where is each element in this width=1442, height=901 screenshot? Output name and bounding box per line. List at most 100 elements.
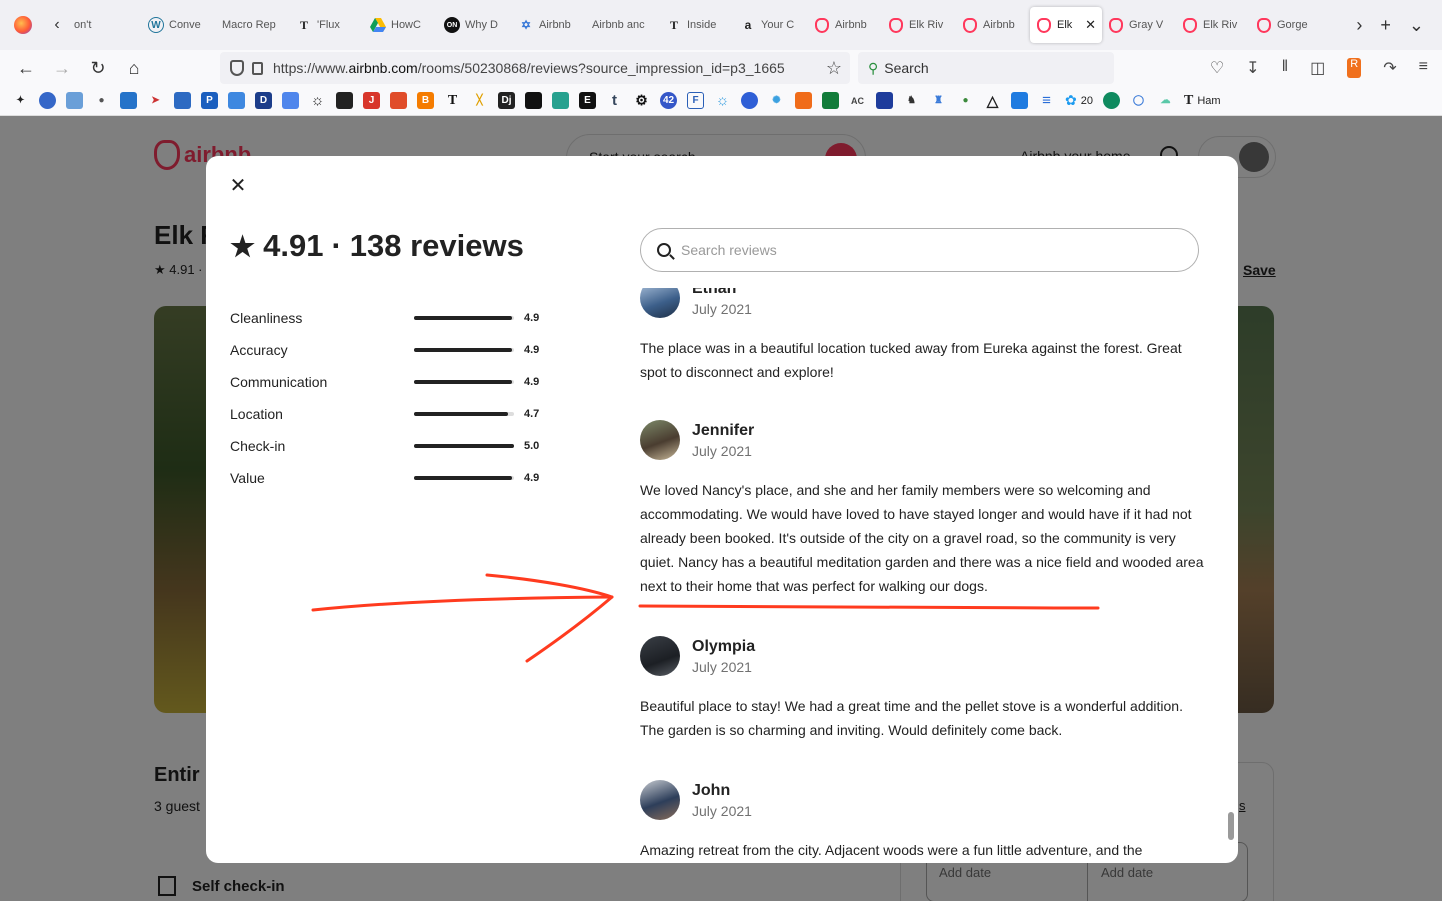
category-label: Location bbox=[230, 406, 283, 422]
ham-bookmark[interactable]: T Ham bbox=[1184, 93, 1221, 109]
url-text[interactable]: https://www.airbnb.com/rooms/50230868/re… bbox=[273, 60, 785, 76]
back-icon[interactable]: ← bbox=[8, 58, 44, 79]
browser-tab[interactable]: ON Why D bbox=[438, 7, 512, 43]
list-tabs-icon[interactable]: ⌄ bbox=[1409, 15, 1424, 36]
bookmark-icon[interactable] bbox=[525, 92, 542, 109]
nyt-icon: T bbox=[299, 17, 308, 32]
blogger-icon[interactable]: B bbox=[417, 92, 434, 109]
bookmark-icon[interactable] bbox=[795, 92, 812, 109]
browser-tab[interactable]: Gorge bbox=[1250, 7, 1324, 43]
search-reviews-input[interactable] bbox=[681, 242, 1161, 258]
browser-tab[interactable]: Airbnb anc bbox=[586, 7, 660, 43]
browser-tab[interactable]: Elk Riv bbox=[1176, 7, 1250, 43]
extension-icon[interactable]: R bbox=[1347, 58, 1362, 78]
shield-icon[interactable] bbox=[230, 60, 244, 76]
browser-tab[interactable]: Gray V bbox=[1102, 7, 1176, 43]
bookmark-icon[interactable] bbox=[822, 92, 839, 109]
bookmark-icon[interactable] bbox=[876, 92, 893, 109]
bookmark-icon[interactable]: 42 bbox=[660, 92, 677, 109]
bookmark-icon[interactable]: ☁ bbox=[1157, 92, 1174, 109]
airbnb-icon bbox=[888, 17, 904, 33]
bookmark-icon[interactable]: ≡ bbox=[1038, 92, 1055, 109]
bookmark-icon[interactable] bbox=[741, 92, 758, 109]
reviews-list[interactable]: Ethan July 2021 The place was in a beautif… bbox=[640, 288, 1210, 863]
bookmark-icon[interactable]: ♞ bbox=[903, 92, 920, 109]
globe-icon[interactable]: ☼ bbox=[309, 92, 326, 109]
bookmark-icon[interactable]: J bbox=[363, 92, 380, 109]
bookmark-icon[interactable]: △ bbox=[984, 92, 1001, 110]
bookmark-icon[interactable]: ● bbox=[957, 92, 974, 109]
bookmark-icon[interactable]: D bbox=[255, 92, 272, 109]
sidebar-icon[interactable]: ◫ bbox=[1310, 58, 1325, 78]
library-icon[interactable]: ‖ bbox=[1282, 58, 1289, 78]
browser-tab[interactable]: Airbnb bbox=[956, 7, 1030, 43]
browser-tab[interactable]: Elk Riv bbox=[882, 7, 956, 43]
browser-tab[interactable]: T Inside bbox=[660, 7, 734, 43]
bookmark-icon[interactable]: ✺ bbox=[768, 92, 785, 109]
tumblr-icon[interactable]: t bbox=[606, 92, 623, 109]
bookmark-icon[interactable]: P bbox=[201, 92, 218, 109]
twitter-bookmark[interactable]: ✿ 20 bbox=[1065, 92, 1093, 109]
bookmark-icon[interactable] bbox=[552, 92, 569, 109]
browser-tab[interactable]: Macro Rep bbox=[216, 7, 290, 43]
bookmark-icon[interactable]: ⚙ bbox=[633, 92, 650, 109]
browser-tab[interactable]: T 'Flux bbox=[290, 7, 364, 43]
browser-tab[interactable]: W Conve bbox=[142, 7, 216, 43]
bookmark-icon[interactable]: AC bbox=[849, 92, 866, 109]
tab-scroll-left-icon[interactable]: ‹ bbox=[46, 14, 68, 36]
translate-icon[interactable] bbox=[282, 92, 299, 109]
browser-tab-active[interactable]: Elk ✕ bbox=[1030, 7, 1102, 43]
bookmark-icon[interactable]: ╳ bbox=[471, 92, 488, 109]
bookmark-icon[interactable]: ✦ bbox=[12, 92, 29, 109]
search-reviews-box[interactable] bbox=[640, 228, 1199, 272]
tab-scroll-right-icon[interactable]: › bbox=[1356, 15, 1362, 36]
bookmark-icon[interactable] bbox=[390, 92, 407, 109]
avatar[interactable] bbox=[640, 420, 680, 460]
airbnb-icon bbox=[814, 17, 830, 33]
browser-tab[interactable]: a Your C bbox=[734, 7, 808, 43]
bookmark-label: Ham bbox=[1197, 94, 1221, 107]
bookmark-icon[interactable] bbox=[66, 92, 83, 109]
bookmark-icon[interactable]: ◯ bbox=[1130, 92, 1147, 109]
forward-icon[interactable]: → bbox=[44, 58, 80, 79]
browser-search-box[interactable]: ⚲ Search bbox=[858, 52, 1114, 84]
tab-close-icon[interactable]: ✕ bbox=[1085, 17, 1096, 33]
home-icon[interactable]: ⌂ bbox=[116, 58, 152, 79]
bookmark-icon[interactable]: Dj bbox=[498, 92, 515, 109]
avatar[interactable] bbox=[640, 780, 680, 820]
url-bar[interactable]: https://www.airbnb.com/rooms/50230868/re… bbox=[220, 52, 850, 84]
avatar[interactable] bbox=[640, 288, 680, 318]
bookmark-star-icon[interactable]: ☆ bbox=[826, 58, 842, 79]
pocket-icon[interactable]: ♡ bbox=[1210, 58, 1224, 78]
bookmark-icon[interactable] bbox=[120, 92, 137, 109]
bookmark-icon[interactable] bbox=[39, 92, 56, 109]
browser-tab[interactable]: HowC bbox=[364, 7, 438, 43]
bookmark-icon[interactable]: ♜ bbox=[930, 92, 947, 109]
scrollbar-thumb[interactable] bbox=[1228, 812, 1234, 840]
bookmark-icon[interactable] bbox=[228, 92, 245, 109]
avatar[interactable] bbox=[640, 636, 680, 676]
browser-tab[interactable]: on't bbox=[68, 7, 142, 43]
downloads-icon[interactable]: ↧ bbox=[1246, 58, 1259, 78]
close-icon[interactable]: ✕ bbox=[226, 174, 250, 198]
bookmark-icon[interactable]: ☼ bbox=[714, 92, 731, 109]
bookmark-icon[interactable] bbox=[174, 92, 191, 109]
category-rating-row: Accuracy 4.9 bbox=[230, 334, 550, 366]
nyt-icon[interactable]: T bbox=[444, 92, 461, 109]
bookmark-icon[interactable]: E bbox=[579, 92, 596, 109]
bookmark-icon[interactable] bbox=[1102, 92, 1120, 109]
lock-icon[interactable] bbox=[252, 61, 263, 75]
browser-tab[interactable]: Airbnb bbox=[808, 7, 882, 43]
bookmark-icon[interactable] bbox=[1011, 92, 1028, 109]
reload-icon[interactable]: ↻ bbox=[80, 58, 116, 79]
share-icon[interactable]: ↷ bbox=[1383, 58, 1396, 78]
new-tab-icon[interactable]: + bbox=[1380, 15, 1391, 36]
bookmark-icon[interactable]: F bbox=[687, 92, 704, 109]
menu-icon[interactable]: ≡ bbox=[1419, 58, 1428, 78]
apple-icon[interactable]: ● bbox=[93, 92, 110, 109]
browser-tab[interactable]: ✡ Airbnb bbox=[512, 7, 586, 43]
bookmark-icon[interactable]: ➤ bbox=[147, 92, 164, 109]
bookmarks-bar: ✦ ● ➤ P D ☼ J B T ╳ Dj E t ⚙ 42 F ☼ ✺ AC… bbox=[0, 86, 1442, 116]
category-rating-row: Communication 4.9 bbox=[230, 366, 550, 398]
bookmark-icon[interactable] bbox=[336, 92, 353, 109]
